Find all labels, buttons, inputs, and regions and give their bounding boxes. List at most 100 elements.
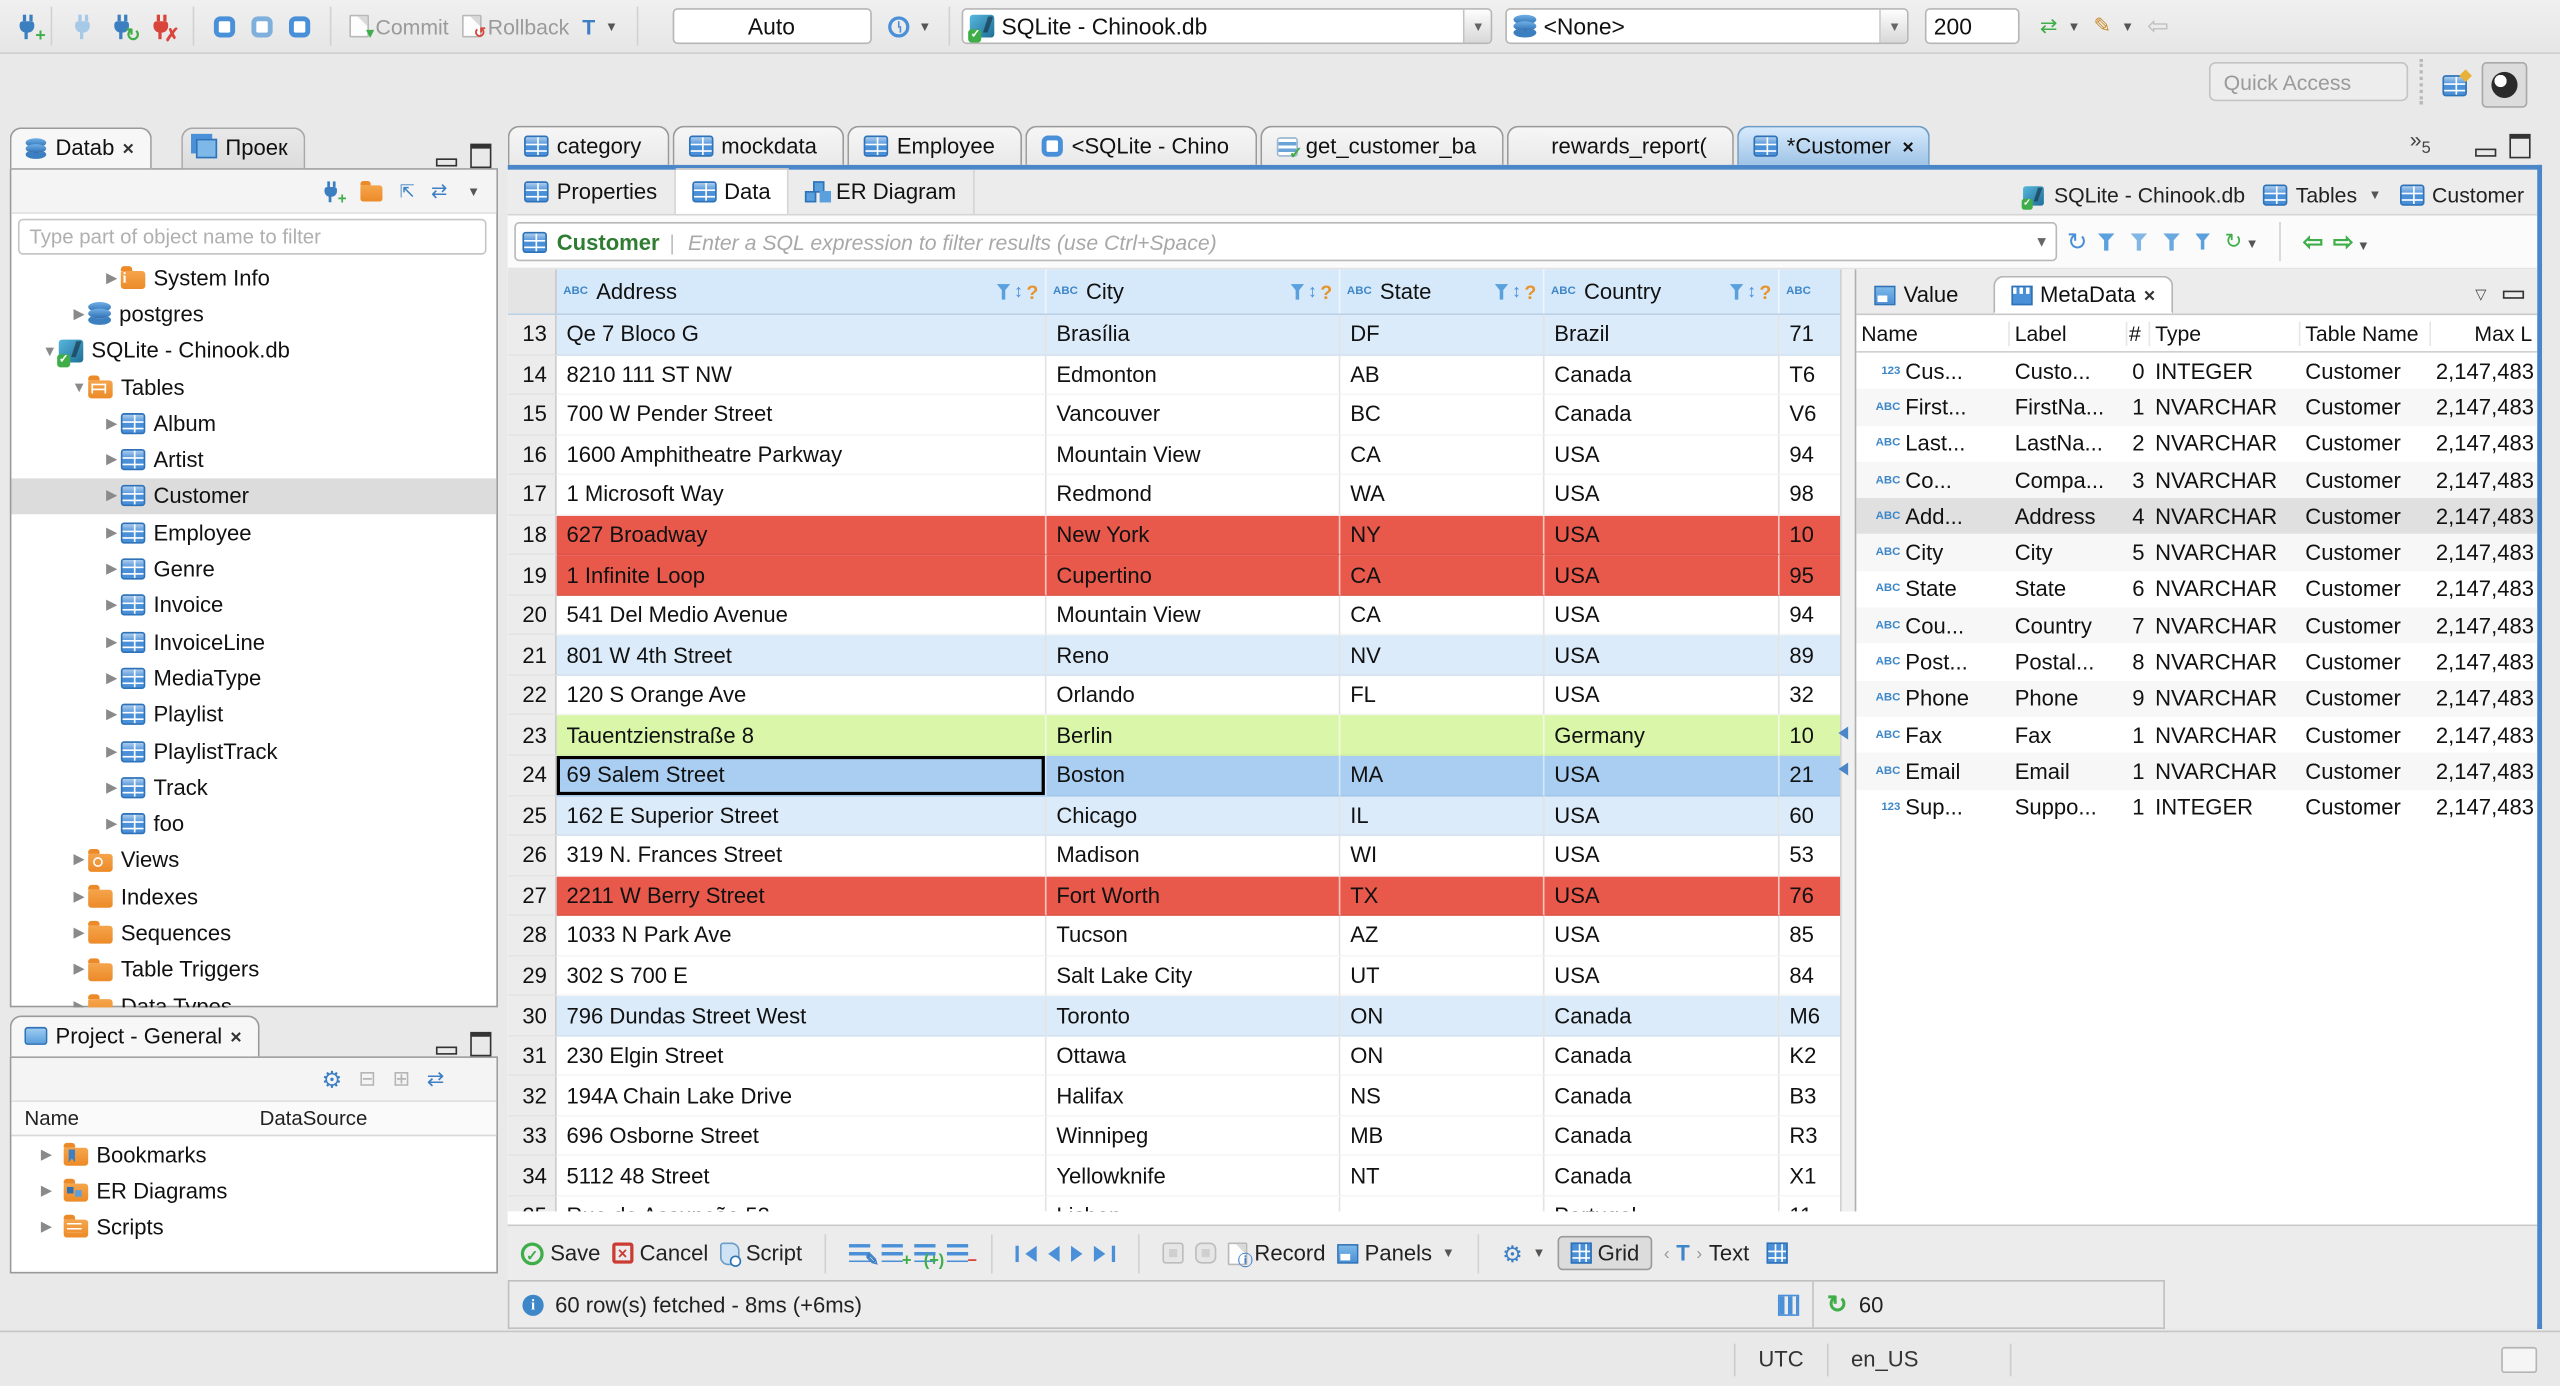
meta-name-cell[interactable]: ABC City — [1856, 541, 2009, 565]
cell-country[interactable]: USA — [1544, 635, 1780, 676]
cell-country[interactable]: Canada — [1544, 996, 1780, 1037]
gear-icon[interactable]: ⚙ — [322, 1068, 343, 1091]
cell-country[interactable]: Canada — [1544, 1076, 1780, 1117]
project-item[interactable]: ▶ ER Diagrams — [11, 1172, 496, 1208]
cell-state[interactable]: WI — [1340, 836, 1545, 877]
cell-state[interactable]: MB — [1340, 1116, 1545, 1157]
auto-refresh-box[interactable]: ↻ 60 — [1813, 1279, 2165, 1329]
open-perspective-icon[interactable]: ◆ — [2442, 67, 2472, 97]
link-with-editor-icon[interactable]: ⇄ — [431, 180, 447, 203]
meta-label-cell[interactable]: State — [2010, 577, 2128, 601]
tree-item[interactable]: ▶ foo — [11, 806, 496, 842]
meta-label-cell[interactable]: Suppo... — [2010, 795, 2128, 819]
cell-state[interactable]: MA — [1340, 755, 1545, 797]
tab-projects[interactable]: Проек — [181, 127, 306, 169]
tx-mode-combo[interactable]: Auto — [671, 8, 872, 45]
cell-city[interactable]: Winnipeg — [1046, 1116, 1341, 1157]
meta-table-cell[interactable]: Customer — [2300, 613, 2431, 637]
cell-address[interactable]: Rua da Assunção 53 — [556, 1196, 1047, 1212]
meta-type-cell[interactable]: NVARCHAR — [2150, 468, 2300, 492]
minimize-icon[interactable] — [435, 157, 458, 166]
cell-postalcode[interactable]: 60 — [1779, 796, 1840, 837]
table-row[interactable]: 16 1600 Amphitheatre Parkway Mountain Vi… — [507, 435, 1840, 476]
tree-item[interactable]: ▶ System Info — [11, 260, 496, 296]
cell-city[interactable]: Salt Lake City — [1046, 956, 1341, 997]
cell-country[interactable]: USA — [1544, 796, 1780, 837]
cell-state[interactable]: BC — [1340, 395, 1545, 436]
cell-postalcode[interactable]: K2 — [1779, 1036, 1840, 1077]
table-row[interactable]: 25 162 E Superior Street Chicago IL USA … — [507, 796, 1840, 837]
tree-item[interactable]: ▶ MediaType — [11, 660, 496, 696]
presentation-settings-button[interactable]: ⚙ ▼ — [1502, 1242, 1545, 1265]
cell-address[interactable]: 1600 Amphitheatre Parkway — [556, 435, 1047, 476]
new-folder-icon[interactable] — [360, 180, 383, 202]
meta-label-cell[interactable]: Country — [2010, 613, 2128, 637]
corner-header-cell[interactable] — [507, 269, 557, 314]
meta-table-cell[interactable]: Customer — [2300, 541, 2431, 565]
meta-label-cell[interactable]: Fax — [2010, 723, 2128, 747]
meta-maxlength-cell[interactable]: 2,147,483 — [2431, 759, 2537, 783]
cell-city[interactable]: Tucson — [1046, 916, 1341, 957]
cell-state[interactable]: FL — [1340, 675, 1545, 716]
cell-city[interactable]: Orlando — [1046, 675, 1341, 716]
metadata-row[interactable]: ABC Last... LastNa... 2 NVARCHAR Custome… — [1856, 425, 2537, 461]
meta-type-cell[interactable]: NVARCHAR — [2150, 504, 2300, 528]
collapse-icon[interactable]: ⊟ — [358, 1066, 376, 1092]
row-number-cell[interactable]: 31 — [507, 1036, 557, 1077]
metadata-row[interactable]: ABC Co... Compa... 3 NVARCHAR Customer 2… — [1856, 461, 2538, 499]
cell-state[interactable]: ON — [1340, 996, 1545, 1037]
schema-combo[interactable]: <None> ▼ — [1506, 8, 1910, 45]
cell-country[interactable]: USA — [1544, 555, 1780, 596]
table-row[interactable]: 27 2211 W Berry Street Fort Worth TX USA… — [507, 876, 1840, 917]
cell-country[interactable]: USA — [1544, 515, 1780, 556]
meta-name-cell[interactable]: ABC Email — [1856, 759, 2009, 783]
table-row[interactable]: 30 796 Dundas Street West Toronto ON Can… — [507, 996, 1840, 1037]
previous-row-button[interactable] — [1048, 1244, 1061, 1262]
metadata-row[interactable]: ABC Email Email 1 NVARCHAR Customer 2,14… — [1856, 753, 2538, 790]
cell-country[interactable]: Brazil — [1544, 315, 1780, 356]
meta-ordinal-cell[interactable]: 4 — [2127, 504, 2150, 528]
meta-ordinal-cell[interactable]: 1 — [2127, 759, 2150, 783]
open-sql-script-icon[interactable] — [251, 15, 273, 37]
meta-table-cell[interactable]: Customer — [2300, 395, 2431, 419]
sync-connection-button[interactable]: ⇄ ▼ — [2040, 13, 2081, 39]
next-row-button[interactable] — [1071, 1244, 1083, 1262]
editor-subtab[interactable]: Properties — [508, 169, 676, 214]
cell-state[interactable]: CA — [1340, 555, 1545, 596]
cell-address[interactable]: 120 S Orange Ave — [556, 675, 1047, 716]
tree-item[interactable]: ▶ Genre — [11, 551, 496, 587]
cell-state[interactable]: AZ — [1340, 916, 1545, 957]
row-number-cell[interactable]: 32 — [507, 1076, 557, 1117]
filter-history-dropdown[interactable]: ▼ — [2034, 233, 2049, 249]
meta-table-cell[interactable]: Customer — [2300, 650, 2431, 674]
meta-maxlength-cell[interactable]: 2,147,483 — [2431, 541, 2537, 565]
row-number-cell[interactable]: 23 — [507, 715, 557, 756]
metadata-row[interactable]: ABC City City 5 NVARCHAR Customer 2,147,… — [1856, 534, 2538, 572]
meta-label-cell[interactable]: Custo... — [2010, 359, 2128, 383]
last-row-button[interactable] — [1094, 1244, 1116, 1262]
cell-postalcode[interactable]: 84 — [1779, 956, 1840, 997]
filter-custom-icon[interactable] — [2195, 233, 2210, 250]
cell-postalcode[interactable]: 71 — [1779, 315, 1840, 356]
reconnect-icon[interactable]: ↻ — [111, 13, 140, 44]
metadata-row[interactable]: ABC Post... Postal... 8 NVARCHAR Custome… — [1856, 644, 2537, 680]
expand-arrow-icon[interactable]: ▶ — [70, 997, 88, 1007]
meta-maxlength-cell[interactable]: 2,147,483 — [2431, 395, 2537, 419]
table-row[interactable]: 35 Rua da Assunção 53 Lisbon Portugal 11 — [507, 1196, 1840, 1212]
filter-table-name[interactable]: Customer — [557, 229, 660, 253]
editor-tab[interactable]: rewards_report( — [1507, 125, 1735, 165]
column-datasource[interactable]: DataSource — [260, 1107, 368, 1130]
metadata-row[interactable]: 123 Sup... Suppo... 1 INTEGER Customer 2… — [1856, 789, 2537, 825]
row-number-cell[interactable]: 13 — [507, 315, 557, 356]
meta-label-cell[interactable]: City — [2010, 541, 2128, 565]
editor-subtab[interactable]: Data — [675, 168, 789, 214]
column-filter-icon[interactable] — [1494, 283, 1509, 300]
breadcrumb-tables-dropdown[interactable]: ▼ — [2369, 188, 2382, 203]
metadata-row[interactable]: 123 Cus... Custo... 0 INTEGER Customer 2… — [1856, 353, 2537, 389]
filter-expression-input[interactable] — [684, 227, 2025, 256]
back-button[interactable]: ⇦ — [2147, 10, 2169, 43]
column-header[interactable]: Name — [1856, 320, 2010, 346]
column-header[interactable]: ABC Address ↕ ? — [557, 269, 1047, 314]
column-header[interactable]: Label — [2010, 320, 2128, 346]
row-number-cell[interactable]: 28 — [507, 916, 557, 957]
